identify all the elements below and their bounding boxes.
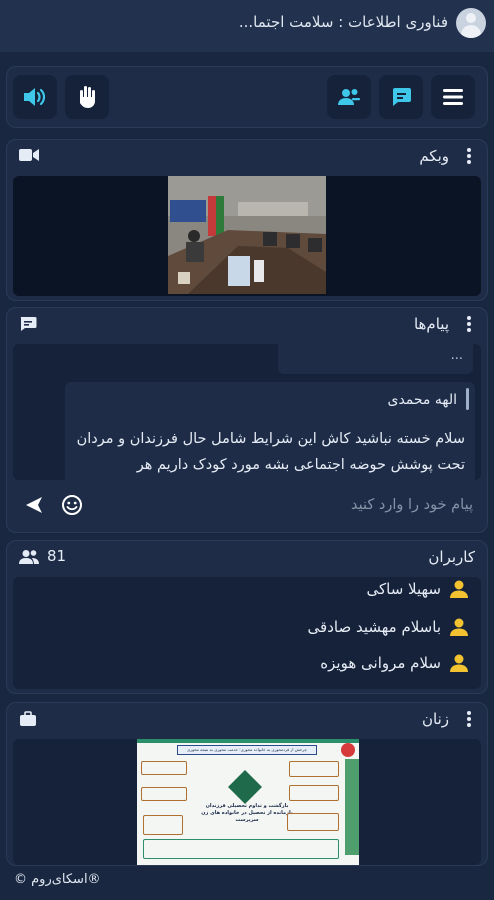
user-list-item[interactable]: سهیلا ساکی: [366, 577, 469, 601]
previous-message-text: ...: [450, 348, 463, 363]
message-accent-bar: [466, 388, 469, 410]
message-sender: الهه محمدی: [387, 392, 457, 408]
women-options-icon[interactable]: [467, 711, 471, 727]
briefcase-icon: [20, 711, 36, 726]
users-panel-header: 81 کاربران: [7, 541, 487, 573]
message-input[interactable]: [93, 492, 473, 518]
user-name: باسلام مهشید صادقی: [307, 618, 441, 636]
message-text: سلام خسته نباشید کاش این شرایط شامل حال …: [76, 431, 465, 473]
chat-icon: [393, 88, 411, 106]
send-icon[interactable]: [25, 496, 43, 514]
presentation-view: چرخش از فردمحوری به خانواده محوری: خدمت …: [13, 739, 481, 865]
user-name: سهیلا ساکی: [366, 580, 441, 598]
women-panel: زنان چرخش از فردمحوری به خانواده محوری: …: [6, 702, 488, 866]
women-panel-header: زنان: [7, 703, 487, 735]
webcam-panel-header: وبکم: [7, 140, 487, 172]
users-icon: [19, 550, 39, 564]
presentation-slide: چرخش از فردمحوری به خانواده محوری: خدمت …: [137, 739, 359, 865]
user-icon: [450, 618, 468, 636]
emoji-icon[interactable]: [61, 494, 83, 516]
message-list[interactable]: ... الهه محمدی سلام خسته نباشید کاش این …: [13, 344, 481, 480]
video-camera-icon: [19, 149, 39, 161]
slide-header: چرخش از فردمحوری به خانواده محوری: خدمت …: [177, 745, 317, 755]
user-avatar[interactable]: [456, 8, 486, 38]
users-title: کاربران: [428, 548, 475, 566]
top-bar: فناوری اطلاعات : سلامت اجتما...: [0, 0, 494, 52]
menu-icon: [443, 89, 463, 105]
slide-center-text: بازگشت و تداوم تحصیلی فرزندان بازمانده ا…: [201, 803, 293, 823]
users-toggle-button[interactable]: [327, 75, 371, 119]
messages-panel-header: پیام‌ها: [7, 308, 487, 340]
message-composer: [13, 484, 481, 524]
user-name: سلام مروانی هویزه: [320, 654, 441, 672]
messages-options-icon[interactable]: [467, 316, 471, 332]
meeting-room-image: [168, 176, 326, 294]
speaker-button[interactable]: [13, 75, 57, 119]
user-icon: [450, 654, 468, 672]
webcam-options-icon[interactable]: [467, 148, 471, 164]
chat-toggle-button[interactable]: [379, 75, 423, 119]
webcam-panel: وبکم: [6, 139, 488, 301]
users-list[interactable]: سهیلا ساکی باسلام مهشید صادقی سلام مروان…: [13, 577, 481, 689]
chat-icon: [20, 317, 37, 331]
footer-copyright: ®اسکای‌روم ©: [14, 872, 101, 887]
speaker-icon: [24, 88, 46, 106]
raise-hand-button[interactable]: [65, 75, 109, 119]
room-title: فناوری اطلاعات : سلامت اجتما...: [238, 13, 448, 31]
webcam-title: وبکم: [419, 147, 449, 165]
user-list-item[interactable]: سلام مروانی هویزه: [320, 651, 469, 675]
menu-button[interactable]: [431, 75, 475, 119]
messages-title: پیام‌ها: [413, 315, 449, 333]
messages-panel: پیام‌ها ... الهه محمدی سلام خسته نباشید …: [6, 307, 488, 533]
webcam-view: [13, 176, 481, 296]
previous-message: ...: [278, 344, 473, 374]
users-icon: [338, 89, 360, 105]
user-icon: [450, 580, 468, 598]
users-panel: 81 کاربران سهیلا ساکی باسلام مهشید صادقی…: [6, 540, 488, 694]
controls-panel: [6, 66, 488, 128]
webcam-video: [168, 176, 326, 294]
user-list-item[interactable]: باسلام مهشید صادقی: [308, 615, 469, 639]
users-count: 81: [47, 547, 67, 565]
message-item: الهه محمدی سلام خسته نباشید کاش این شرای…: [65, 382, 475, 480]
raise-hand-icon: [80, 86, 95, 108]
women-title: زنان: [421, 710, 449, 728]
